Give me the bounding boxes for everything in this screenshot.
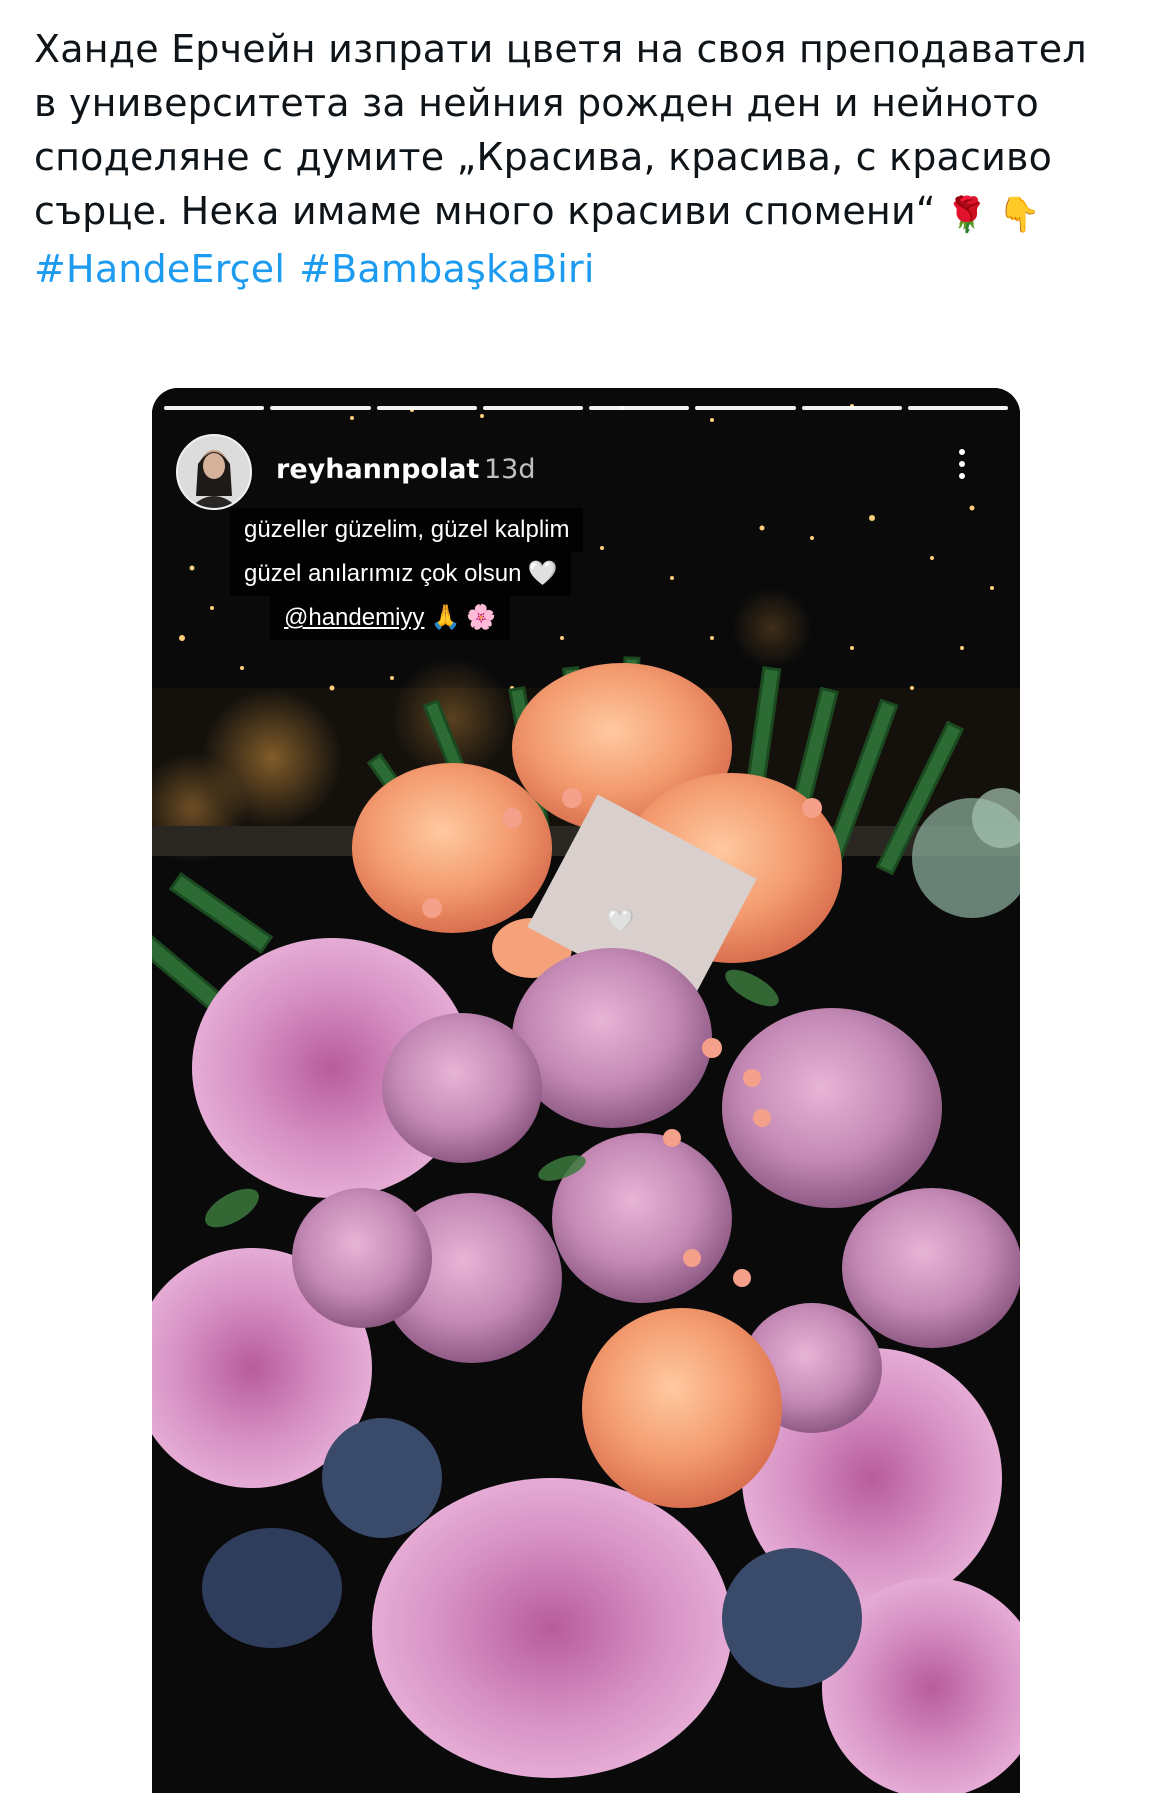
progress-segment [695, 406, 796, 410]
progress-segment [589, 406, 690, 410]
caption-line-2: güzel anılarımız çok olsun 🤍 [230, 552, 572, 596]
progress-segment [270, 406, 371, 410]
rose-emoji-icon: 🌹 [945, 195, 989, 235]
caption-line-1: güzeller güzelim, güzel kalplim [230, 508, 584, 552]
hashtag-link-bambaskabiri[interactable]: #BambaşkaBiri [299, 247, 594, 291]
more-options-icon[interactable] [952, 444, 972, 494]
caption-line-3: @handemiyy 🙏 🌸 [270, 596, 511, 640]
avatar-photo [178, 436, 250, 508]
story-caption: güzeller güzelim, güzel kalplim güzel an… [230, 508, 584, 640]
progress-segment [164, 406, 265, 410]
story-screenshot-image[interactable]: 🤍 reyhannpolat 13d güzeller güzelim, güz… [152, 388, 1020, 1793]
pointing-down-emoji-icon: 👇 [998, 195, 1041, 235]
avatar[interactable] [176, 434, 252, 510]
cherry-blossom-emoji-icon: 🌸 [466, 604, 497, 631]
progress-segment [376, 406, 477, 410]
white-heart-emoji-icon: 🤍 [527, 560, 558, 587]
progress-segment [482, 406, 583, 410]
folded-hands-emoji-icon: 🙏 [430, 604, 461, 631]
story-username[interactable]: reyhannpolat [276, 454, 479, 485]
tweet-line-4-text: сърце. Нека имаме много красиви спомени“ [34, 189, 936, 233]
svg-text:🤍: 🤍 [607, 908, 635, 933]
story-header: reyhannpolat 13d [176, 434, 996, 510]
hashtag-link-handeercel[interactable]: #HandeErçel [34, 247, 285, 291]
tweet-line-2: в университета за нейния рожден ден и не… [34, 81, 1039, 125]
mention-link[interactable]: @handemiyy [284, 604, 424, 631]
progress-segment [907, 406, 1008, 410]
tweet-line-3: споделяне с думите „Красива, красива, с … [34, 135, 1053, 179]
tweet-line-1: Ханде Ерчейн изпрати цветя на своя препо… [34, 27, 1087, 71]
caption-line-2-text: güzel anılarımız çok olsun [244, 560, 522, 587]
hashtag-row: #HandeErçel #BambaşkaBiri [34, 242, 1134, 296]
progress-segment [801, 406, 902, 410]
story-progress-bar [164, 406, 1008, 410]
tweet-text: Ханде Ерчейн изпрати цветя на своя препо… [34, 22, 1134, 296]
tweet-line-4: сърце. Нека имаме много красиви спомени“… [34, 184, 1134, 242]
story-timestamp: 13d [484, 454, 536, 485]
